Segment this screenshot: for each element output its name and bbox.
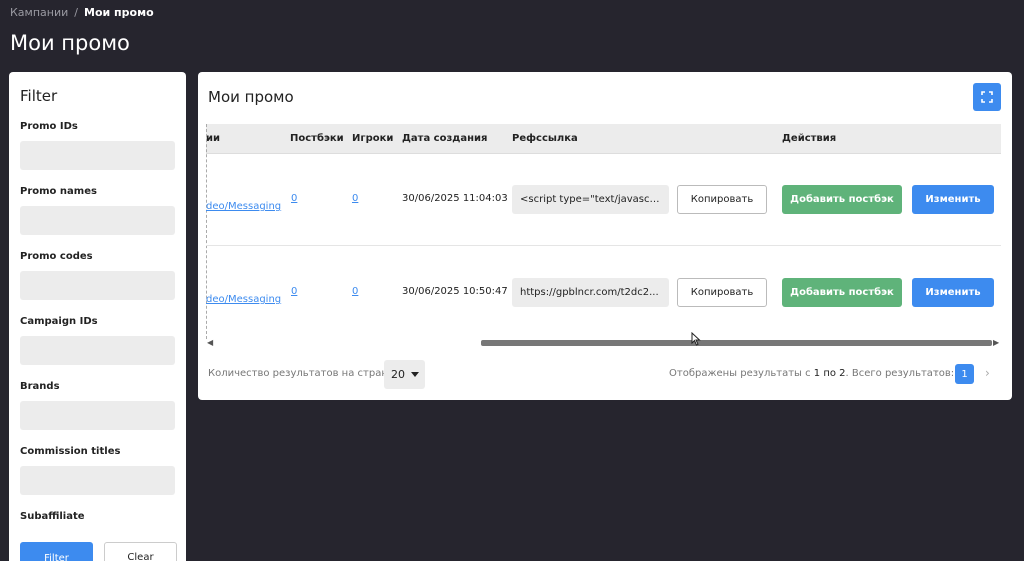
campaign-ids-label: Campaign IDs — [20, 316, 98, 327]
breadcrumb-campaigns-link[interactable]: Кампании — [10, 6, 68, 19]
campaign-ids-input[interactable] — [20, 336, 175, 365]
subaffiliate-label: Subaffiliate — [20, 511, 85, 522]
column-actions: Действия — [782, 133, 837, 144]
players-link[interactable]: 0 — [352, 286, 358, 297]
breadcrumb-separator: / — [74, 6, 78, 19]
breadcrumb: Кампании / Мои промо — [10, 6, 154, 19]
breadcrumb-current: Мои промо — [84, 6, 154, 19]
column-players[interactable]: Игроки — [352, 133, 393, 144]
add-postback-button[interactable]: Добавить постбэк — [782, 278, 902, 307]
postbacks-link[interactable]: 0 — [291, 193, 297, 204]
scroll-right-arrow-icon[interactable]: ▶ — [993, 338, 999, 347]
brands-input[interactable] — [20, 401, 175, 430]
filter-title: Filter — [20, 87, 58, 105]
per-page-value: 20 — [391, 368, 405, 381]
column-name[interactable]: ии — [206, 133, 220, 144]
players-link[interactable]: 0 — [352, 193, 358, 204]
table-header: ии Постбэки Игроки Дата создания Рефссыл… — [206, 124, 1001, 154]
postbacks-link[interactable]: 0 — [291, 286, 297, 297]
add-postback-button[interactable]: Добавить постбэк — [782, 185, 902, 214]
promo-ids-input[interactable] — [20, 141, 175, 170]
results-prefix: Отображены результаты с — [669, 368, 814, 379]
promos-panel: Мои промо ии Постбэки Игроки Дата создан… — [198, 72, 1012, 400]
fullscreen-button[interactable] — [973, 83, 1001, 111]
column-postbacks[interactable]: Постбэки — [290, 133, 344, 144]
promo-names-input[interactable] — [20, 206, 175, 235]
table-row: deo/Messaging 0 0 30/06/2025 10:50:47 ht… — [206, 258, 1001, 328]
commission-titles-label: Commission titles — [20, 446, 121, 457]
promo-ids-label: Promo IDs — [20, 121, 78, 132]
results-summary: Отображены результаты с 1 по 2. Всего ре… — [669, 368, 964, 379]
prev-page-icon[interactable]: ‹ — [934, 366, 939, 380]
per-page-select[interactable]: 20 — [384, 360, 425, 389]
edit-button[interactable]: Изменить — [912, 278, 994, 307]
edit-button[interactable]: Изменить — [912, 185, 994, 214]
copy-button[interactable]: Копировать — [677, 278, 767, 307]
promo-codes-input[interactable] — [20, 271, 175, 300]
created-date: 30/06/2025 10:50:47 — [402, 286, 508, 297]
promo-name-link[interactable]: deo/Messaging — [206, 294, 281, 305]
mouse-cursor-icon — [691, 332, 701, 346]
clear-button[interactable]: Clear — [104, 542, 177, 561]
promo-names-label: Promo names — [20, 186, 97, 197]
filter-panel: Filter Promo IDs Promo names Promo codes… — [9, 72, 186, 561]
panel-title: Мои промо — [208, 88, 294, 106]
copy-button[interactable]: Копировать — [677, 185, 767, 214]
created-date: 30/06/2025 11:04:03 — [402, 193, 508, 204]
ref-link-field[interactable]: <script type="text/javascri... — [512, 185, 669, 214]
horizontal-scrollbar[interactable] — [481, 340, 992, 346]
promo-name-link[interactable]: deo/Messaging — [206, 201, 281, 212]
scroll-left-arrow-icon[interactable]: ◀ — [207, 338, 213, 347]
per-page-label: Количество результатов на странице — [208, 368, 408, 379]
brands-label: Brands — [20, 381, 60, 392]
fullscreen-icon — [981, 91, 993, 103]
row-divider — [206, 245, 1001, 246]
page-title: Мои промо — [10, 31, 130, 55]
ref-link-field[interactable]: https://gpblncr.com/t2dc2... — [512, 278, 669, 307]
promo-codes-label: Promo codes — [20, 251, 93, 262]
results-total: . Всего результатов: 2 — [845, 368, 964, 379]
filter-actions: Filter Clear — [20, 542, 177, 561]
column-ref-link: Рефссылка — [512, 133, 578, 144]
page-button-current[interactable]: 1 — [955, 364, 974, 384]
column-created[interactable]: Дата создания — [402, 133, 487, 144]
chevron-down-icon — [411, 372, 419, 377]
filter-button[interactable]: Filter — [20, 542, 93, 561]
table-row: deo/Messaging 0 0 30/06/2025 11:04:03 <s… — [206, 165, 1001, 235]
next-page-icon[interactable]: › — [985, 366, 990, 380]
results-range: 1 по 2 — [813, 368, 846, 379]
commission-titles-input[interactable] — [20, 466, 175, 495]
